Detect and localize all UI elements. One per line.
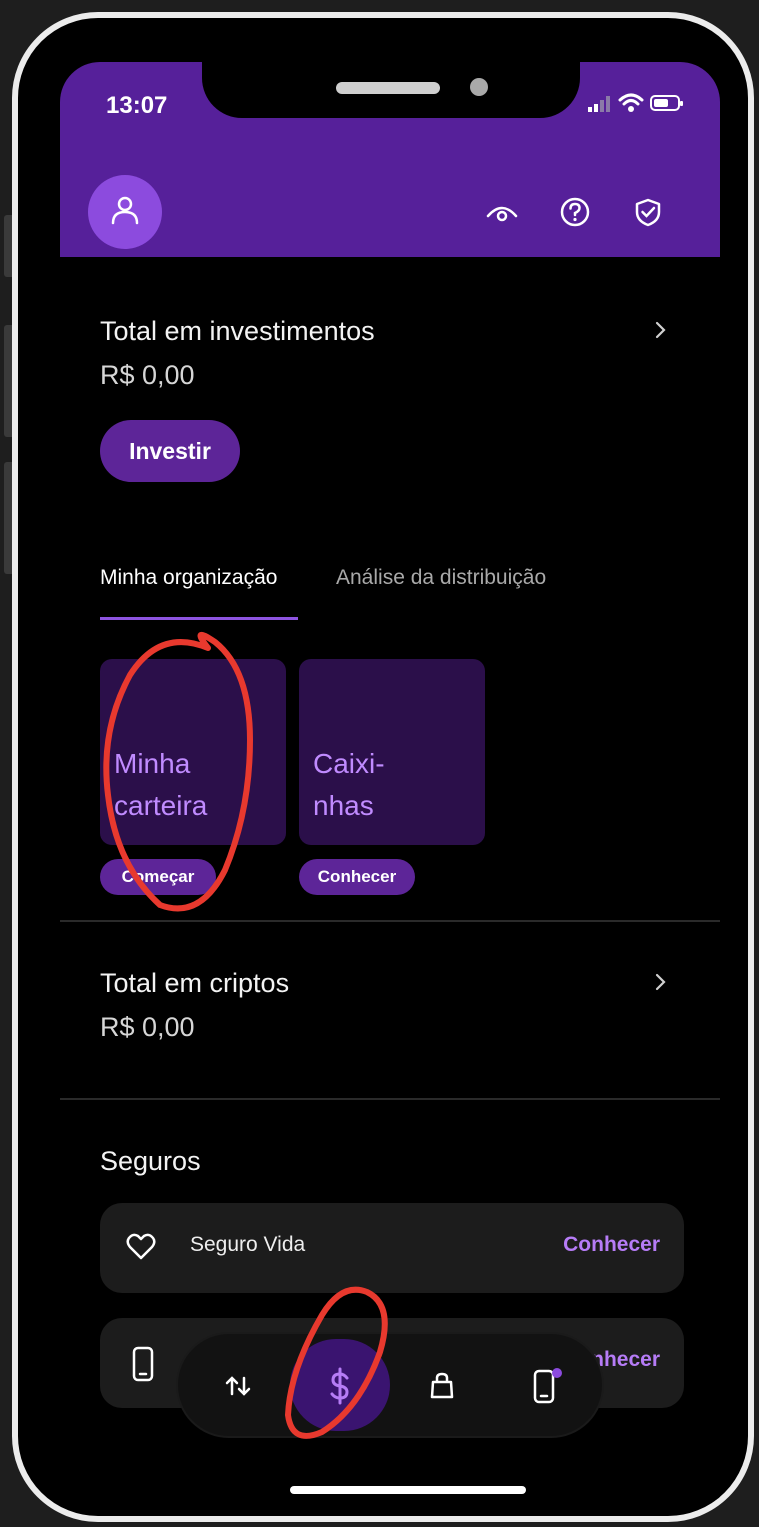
battery-icon: [650, 95, 683, 111]
conhecer-button[interactable]: Conhecer: [299, 859, 415, 895]
crypto-title: Total em criptos: [100, 968, 290, 998]
phone-icon: [132, 1346, 154, 1382]
investments-amount: R$ 0,00: [100, 360, 195, 390]
card-label: Caixi- nhas: [313, 748, 385, 821]
user-icon: [111, 196, 139, 225]
signal-icon: [588, 96, 612, 112]
nav-phone[interactable]: [512, 1354, 576, 1418]
tab-minha-organizacao[interactable]: Minha organização: [100, 566, 277, 590]
home-indicator: [290, 1486, 526, 1494]
phone-icon: [533, 1368, 562, 1404]
crypto-amount: R$ 0,00: [100, 1012, 195, 1042]
tab-analise-distribuicao[interactable]: Análise da distribuição: [336, 566, 546, 590]
notch-speaker: [336, 82, 440, 94]
insurance-title: Seguros: [100, 1146, 201, 1176]
help-circle-icon[interactable]: [555, 192, 595, 232]
insurance-item-cta[interactable]: Conhecer: [563, 1233, 660, 1257]
notch: [202, 62, 580, 118]
chevron-right-icon[interactable]: [650, 972, 670, 992]
annotation-circle: [284, 1286, 388, 1439]
invest-button[interactable]: Investir: [100, 420, 240, 482]
shopping-bag-icon: [430, 1372, 454, 1399]
status-time: 13:07: [106, 92, 168, 119]
eye-icon[interactable]: [482, 192, 522, 232]
wifi-icon: [618, 93, 644, 112]
heart-icon: [126, 1233, 156, 1260]
insurance-item-name: Seguro Vida: [190, 1233, 306, 1256]
section-divider: [60, 920, 720, 922]
annotation-circle: [103, 631, 254, 912]
nav-transfers[interactable]: [206, 1354, 270, 1418]
investments-title: Total em investimentos: [100, 316, 375, 346]
card-caixinhas[interactable]: Caixi- nhas: [299, 659, 485, 845]
chevron-right-icon[interactable]: [650, 320, 670, 340]
notch-camera: [470, 78, 488, 96]
shield-check-icon[interactable]: [628, 192, 668, 232]
transfer-arrows-icon: [225, 1376, 251, 1396]
profile-button[interactable]: [88, 175, 162, 249]
nav-shopping[interactable]: [410, 1354, 474, 1418]
notification-dot: [552, 1368, 562, 1378]
section-divider: [60, 1098, 720, 1100]
